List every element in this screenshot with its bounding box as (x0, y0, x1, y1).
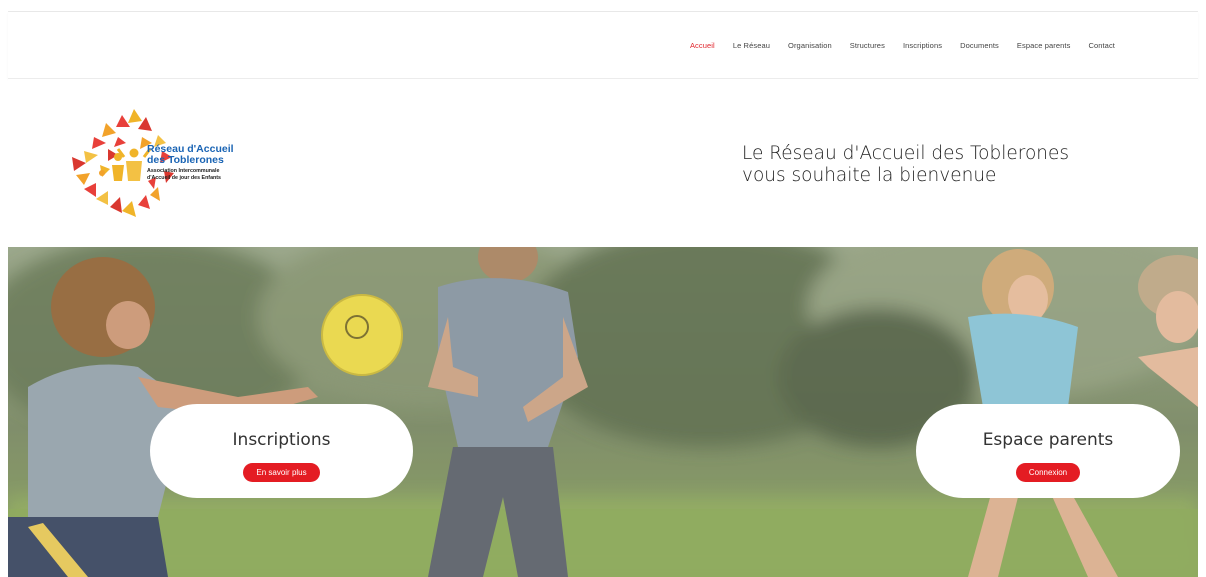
inscriptions-card: Inscriptions En savoir plus (150, 404, 413, 498)
navbar: Accueil Le Réseau Organisation Structure… (8, 12, 1198, 79)
logo-title-line2: des Toblerones (147, 154, 224, 166)
hero-banner: Inscriptions En savoir plus Espace paren… (8, 247, 1198, 577)
logo-text: Réseau d'Accueil des Toblerones Associat… (147, 144, 234, 181)
logo-subtitle-line2: d'Accueil de jour des Enfants (147, 174, 221, 181)
nav-item-structures[interactable]: Structures (850, 41, 885, 50)
en-savoir-plus-button[interactable]: En savoir plus (243, 463, 320, 482)
nav-item-contact[interactable]: Contact (1088, 41, 1115, 50)
welcome-line2: vous souhaite la bienvenue (742, 165, 997, 186)
page: Accueil Le Réseau Organisation Structure… (8, 0, 1198, 577)
header: Réseau d'Accueil des Toblerones Associat… (8, 79, 1198, 247)
inscriptions-card-title: Inscriptions (232, 430, 331, 450)
site-logo[interactable]: Réseau d'Accueil des Toblerones Associat… (62, 107, 262, 223)
nav-item-organisation[interactable]: Organisation (788, 41, 832, 50)
espace-parents-card-title: Espace parents (982, 430, 1114, 450)
connexion-button[interactable]: Connexion (1015, 463, 1081, 482)
espace-parents-card: Espace parents Connexion (916, 404, 1180, 498)
nav-item-accueil[interactable]: Accueil (690, 41, 715, 50)
nav-item-inscriptions[interactable]: Inscriptions (903, 41, 942, 50)
nav-item-le-reseau[interactable]: Le Réseau (733, 41, 770, 50)
main-nav: Accueil Le Réseau Organisation Structure… (672, 41, 1115, 50)
nav-item-documents[interactable]: Documents (960, 41, 999, 50)
welcome-message: Le Réseau d'Accueil des Toblerones vous … (742, 143, 1069, 187)
nav-item-espace-parents[interactable]: Espace parents (1017, 41, 1071, 50)
welcome-line1: Le Réseau d'Accueil des Toblerones (742, 143, 1070, 164)
